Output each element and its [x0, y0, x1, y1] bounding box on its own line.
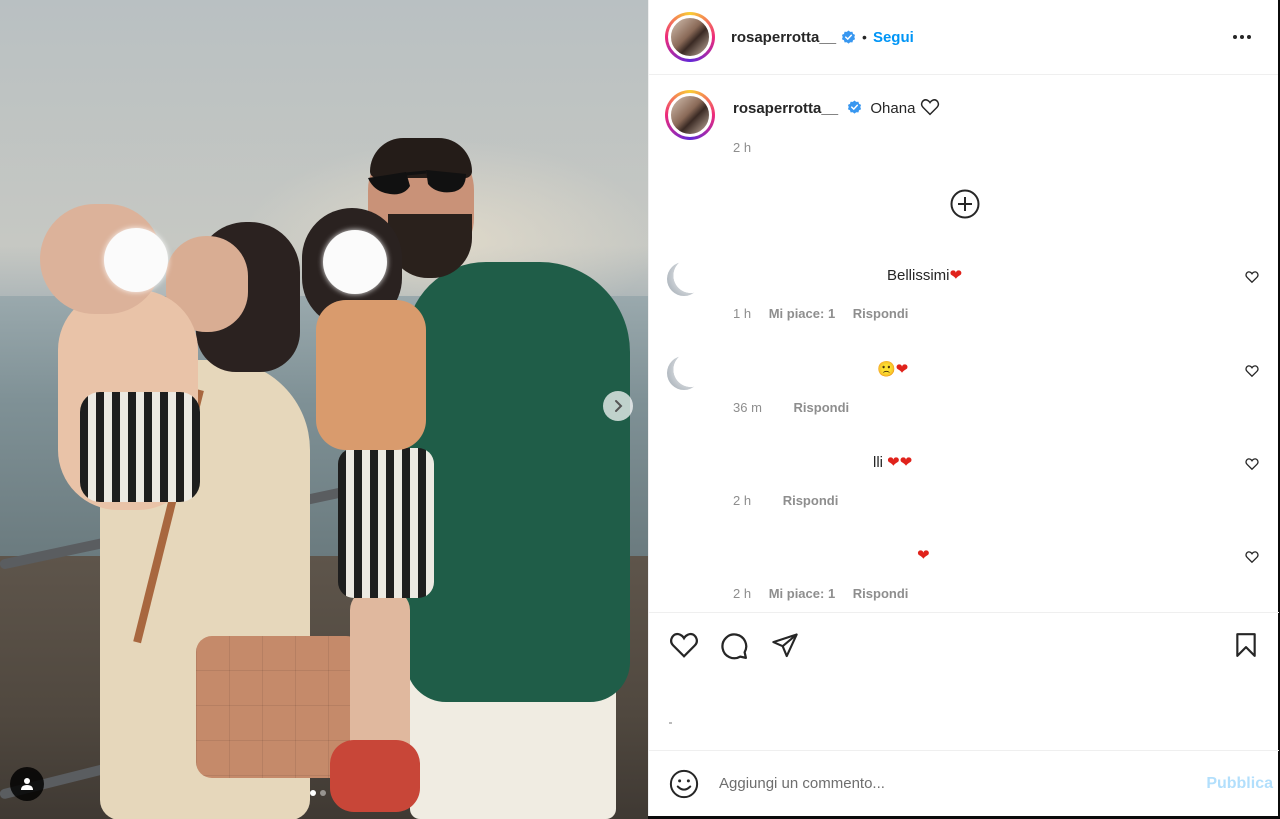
post-header: rosaperrotta__ • Segui	[649, 0, 1278, 75]
user-tag-icon	[21, 778, 33, 790]
carousel-dot	[320, 790, 326, 796]
post-side-panel: rosaperrotta__ • Segui rosaperrotta__ Oh…	[648, 0, 1279, 816]
comment-body: Bellissimi	[887, 267, 950, 284]
comment-time: 36 m	[733, 400, 762, 415]
heart-icon[interactable]	[1245, 270, 1259, 284]
caption-text-row: rosaperrotta__ Ohana	[733, 98, 940, 140]
user-tag-button[interactable]	[10, 767, 44, 801]
toddler-shirt	[316, 300, 426, 450]
toddler-shoes	[330, 740, 420, 812]
reply-button[interactable]: Rispondi	[853, 586, 909, 601]
outline-heart-emoji-icon	[920, 99, 939, 116]
follow-button[interactable]: Segui	[873, 29, 914, 46]
blurred-face-toddler	[323, 230, 387, 294]
post-caption: rosaperrotta__ Ohana	[665, 90, 940, 140]
reply-button[interactable]: Rispondi	[783, 493, 839, 508]
post-action-bar	[649, 612, 1279, 750]
comment-emoji: ❤	[917, 547, 930, 564]
baby-shorts	[80, 392, 200, 502]
caption-body: Ohana	[870, 100, 916, 117]
comment-likes[interactable]: Mi piace: 1	[769, 586, 835, 601]
caption-timestamp: 2 h	[733, 140, 752, 155]
publish-button[interactable]: Pubblica	[1206, 775, 1273, 793]
author-username[interactable]: rosaperrotta__	[731, 29, 836, 46]
comment-time: 1 h	[733, 306, 752, 321]
share-icon[interactable]	[771, 631, 799, 659]
sunglasses	[368, 170, 466, 195]
commenter-avatar[interactable]	[667, 262, 701, 296]
toddler-shorts	[338, 448, 434, 598]
caption-avatar[interactable]	[665, 90, 715, 140]
bookmark-icon[interactable]	[1233, 631, 1259, 659]
carousel-dot-active	[310, 790, 316, 796]
heart-icon[interactable]	[1245, 457, 1259, 471]
comment-item: Bellissimi❤ 1 h Mi piace: 1 Rispondi	[649, 262, 1279, 352]
comment-item: lli ❤❤ 2 h Rispondi	[649, 449, 1279, 539]
like-heart-icon[interactable]	[669, 631, 699, 659]
comment-meta: 2 h Rispondi	[733, 493, 852, 508]
caption-username[interactable]: rosaperrotta__	[733, 100, 838, 117]
more-options-icon[interactable]	[1230, 25, 1254, 49]
plus-circle-icon[interactable]	[949, 188, 981, 220]
comment-likes[interactable]: Mi piace: 1	[769, 306, 835, 321]
heart-icon[interactable]	[1245, 550, 1259, 564]
comment-text: lli ❤❤	[873, 453, 912, 471]
comment-time: 2 h	[733, 493, 752, 508]
comment-input[interactable]	[719, 775, 1159, 792]
comment-body: lli	[873, 454, 883, 471]
divider-tick	[669, 722, 672, 724]
comment-text: 🙁❤	[877, 360, 908, 378]
reply-button[interactable]: Rispondi	[853, 306, 909, 321]
comment-meta: 2 h Mi piace: 1 Rispondi	[733, 586, 922, 601]
verified-icon	[841, 29, 856, 44]
heart-icon[interactable]	[1245, 364, 1259, 378]
comment-text: ❤	[917, 546, 930, 564]
comment-meta: 36 m Rispondi	[733, 400, 863, 415]
comment-icon[interactable]	[719, 631, 749, 661]
carousel-next-button[interactable]	[603, 391, 633, 421]
comment-emoji: ❤	[949, 267, 963, 284]
carousel-indicator	[310, 790, 326, 796]
author-avatar[interactable]	[665, 12, 715, 62]
post-photo[interactable]	[0, 0, 648, 819]
add-comment-bar: Pubblica	[649, 750, 1279, 816]
comment-item: 🙁❤ 36 m Rispondi	[649, 356, 1279, 446]
verified-icon	[848, 100, 862, 114]
follow-separator: •	[862, 29, 867, 45]
chevron-right-icon	[615, 400, 623, 412]
emoji-icon[interactable]	[669, 769, 699, 799]
comment-emoji: 🙁❤	[877, 361, 909, 378]
blurred-face-baby	[104, 228, 168, 292]
man-shirt	[406, 262, 630, 702]
commenter-avatar[interactable]	[667, 356, 701, 390]
comment-emoji: ❤❤	[887, 454, 913, 471]
comment-time: 2 h	[733, 586, 752, 601]
comment-text: Bellissimi❤	[887, 266, 962, 284]
reply-button[interactable]: Rispondi	[794, 400, 850, 415]
comment-meta: 1 h Mi piace: 1 Rispondi	[733, 306, 922, 321]
